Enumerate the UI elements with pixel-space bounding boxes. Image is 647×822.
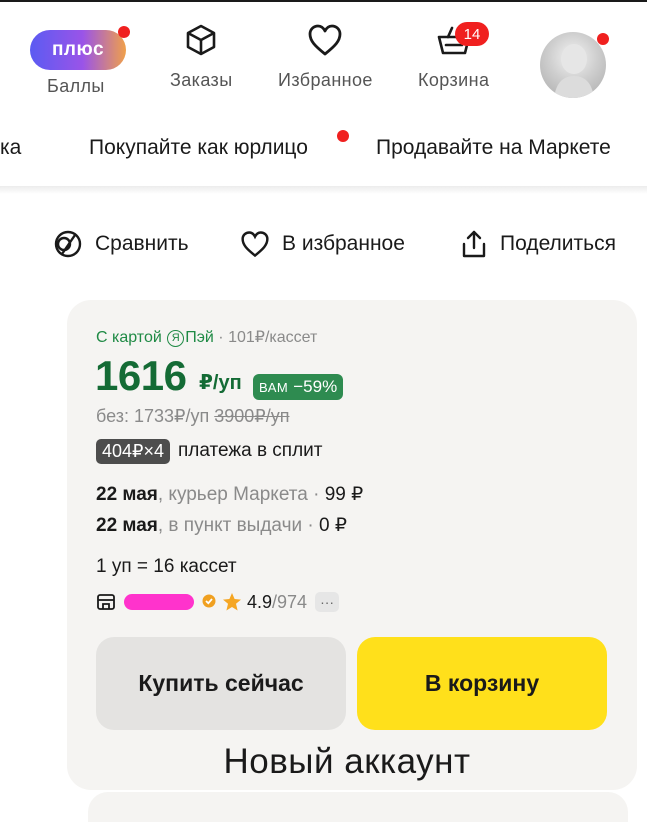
plus-badge[interactable]: плюс xyxy=(30,30,126,70)
top-nav: плюс Баллы Заказы Избранное Корзина 14 xyxy=(0,20,647,110)
favorite-label: В избранное xyxy=(282,232,405,255)
nav-orders-label: Заказы xyxy=(170,70,233,90)
reviews-count: /974 xyxy=(272,591,308,612)
avatar[interactable] xyxy=(540,32,606,98)
discount-value: −59% xyxy=(293,377,338,396)
add-to-favorites-button[interactable]: В избранное xyxy=(240,224,405,264)
pack-size: 1 уп = 16 кассет xyxy=(96,556,237,577)
price-without-label: без: 1733₽/уп xyxy=(96,406,210,426)
more-button[interactable]: ··· xyxy=(315,592,340,612)
share-icon xyxy=(462,230,486,258)
discount-badge: ВАМ −59% xyxy=(253,374,344,400)
status-bar-line xyxy=(0,0,647,2)
rating: 4.9/974 xyxy=(247,592,307,613)
delivery-pickup: 22 мая, в пункт выдачи · 0 ₽ xyxy=(96,514,347,537)
pay-name: Пэй xyxy=(185,329,214,346)
delivery-date: 22 мая xyxy=(96,484,158,505)
compare-button[interactable]: Сравнить xyxy=(53,224,189,264)
compare-label: Сравнить xyxy=(95,232,189,255)
header-divider xyxy=(0,186,647,194)
subnav-item-partial[interactable]: ка xyxy=(0,136,21,160)
plus-badge-label: плюс xyxy=(51,39,105,60)
delivery-separator: · xyxy=(302,515,319,536)
split-text: платежа в сплит xyxy=(178,440,323,461)
seller-name-redacted xyxy=(124,594,194,610)
rating-value: 4.9 xyxy=(247,591,273,612)
plus-points-label[interactable]: Баллы xyxy=(47,76,105,97)
delivery-price: 99 ₽ xyxy=(324,484,364,505)
cart-count-badge: 14 xyxy=(455,22,489,46)
share-button[interactable]: Поделиться xyxy=(460,224,616,264)
split-payment[interactable]: 404₽×4 платежа в сплит xyxy=(96,437,323,465)
seller-row[interactable]: 4.9/974 ··· xyxy=(96,590,340,614)
shop-icon xyxy=(97,594,115,610)
delivery-price: 0 ₽ xyxy=(318,515,347,536)
delivery-method: , в пункт выдачи xyxy=(157,515,303,536)
nav-favorites-label: Избранное xyxy=(278,70,373,90)
product-actions: Сравнить В избранное Поделиться xyxy=(0,224,647,264)
nav-cart-label: Корзина xyxy=(418,70,490,90)
share-label: Поделиться xyxy=(500,232,616,255)
delivery-courier: 22 мая, курьер Маркета · 99 ₽ xyxy=(96,483,363,506)
discount-label: ВАМ xyxy=(259,379,289,395)
pay-prefix: С картой xyxy=(96,329,162,346)
verified-badge-icon xyxy=(202,594,216,608)
old-price: 3900₽/уп xyxy=(214,406,290,426)
add-to-cart-button[interactable]: В корзину xyxy=(357,637,607,730)
price-per-item: · 101₽/кассет xyxy=(218,329,318,346)
heart-icon xyxy=(241,231,269,258)
buy-now-button[interactable]: Купить сейчас xyxy=(96,637,346,730)
nav-orders[interactable]: Заказы xyxy=(170,20,233,91)
nav-favorites[interactable]: Избранное xyxy=(278,20,373,91)
pay-card-line: С картой Я Пэй · 101₽/кассет xyxy=(96,327,317,347)
caption-text: Новый аккаунт xyxy=(223,742,471,781)
split-badge: 404₽×4 xyxy=(96,438,171,464)
price-unit: ₽/уп xyxy=(199,372,242,394)
delivery-method: , курьер Маркета xyxy=(157,484,308,505)
plus-notification-dot xyxy=(118,26,130,38)
secondary-nav: ка Покупайте как юрлицо Продавайте на Ма… xyxy=(0,130,647,170)
subnav-notification-dot xyxy=(337,130,349,142)
price-without-card: без: 1733₽/уп 3900₽/уп xyxy=(96,406,290,427)
subnav-item-business[interactable]: Покупайте как юрлицо xyxy=(89,136,308,160)
next-card-edge xyxy=(88,792,628,822)
heart-icon xyxy=(305,20,345,60)
star-icon xyxy=(223,593,241,611)
profile-notification-dot xyxy=(597,33,609,45)
yandex-pay-icon: Я xyxy=(167,330,185,347)
compare-icon xyxy=(54,230,82,258)
current-price: 1616 xyxy=(95,352,187,399)
subnav-item-sell[interactable]: Продавайте на Маркете xyxy=(376,136,611,160)
delivery-date: 22 мая xyxy=(96,515,158,536)
box-icon xyxy=(181,20,221,60)
delivery-separator: · xyxy=(307,484,325,505)
